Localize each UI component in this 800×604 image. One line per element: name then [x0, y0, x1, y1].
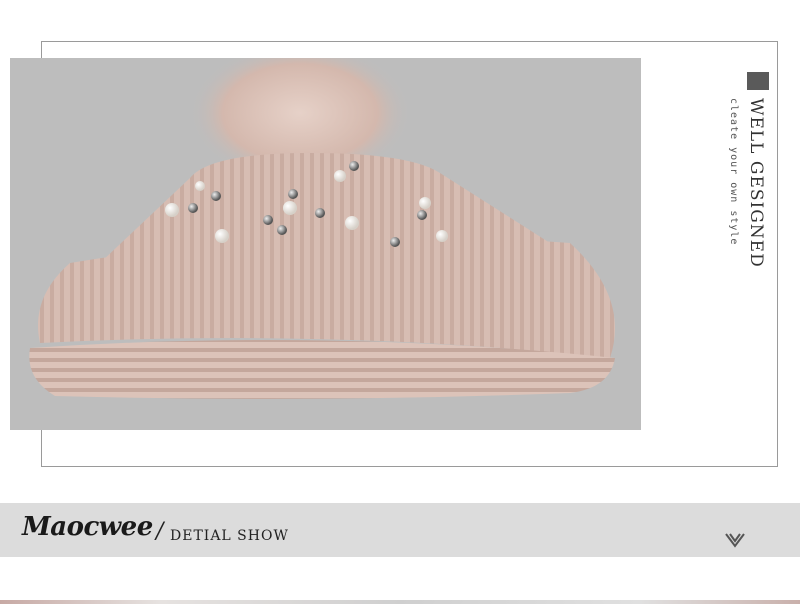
double-chevron-down-icon[interactable] — [724, 531, 746, 549]
accent-block — [747, 72, 769, 90]
product-photo — [10, 58, 641, 430]
banner-slash: / — [156, 519, 164, 544]
side-subtitle: cleate your own style — [728, 98, 739, 246]
next-image-edge — [0, 600, 800, 604]
beanie-image — [29, 58, 616, 399]
side-title: WELL GESIGNED — [746, 98, 766, 268]
brand-logo: Maocwee — [22, 512, 153, 542]
section-label: DETIAL SHOW — [170, 528, 289, 544]
